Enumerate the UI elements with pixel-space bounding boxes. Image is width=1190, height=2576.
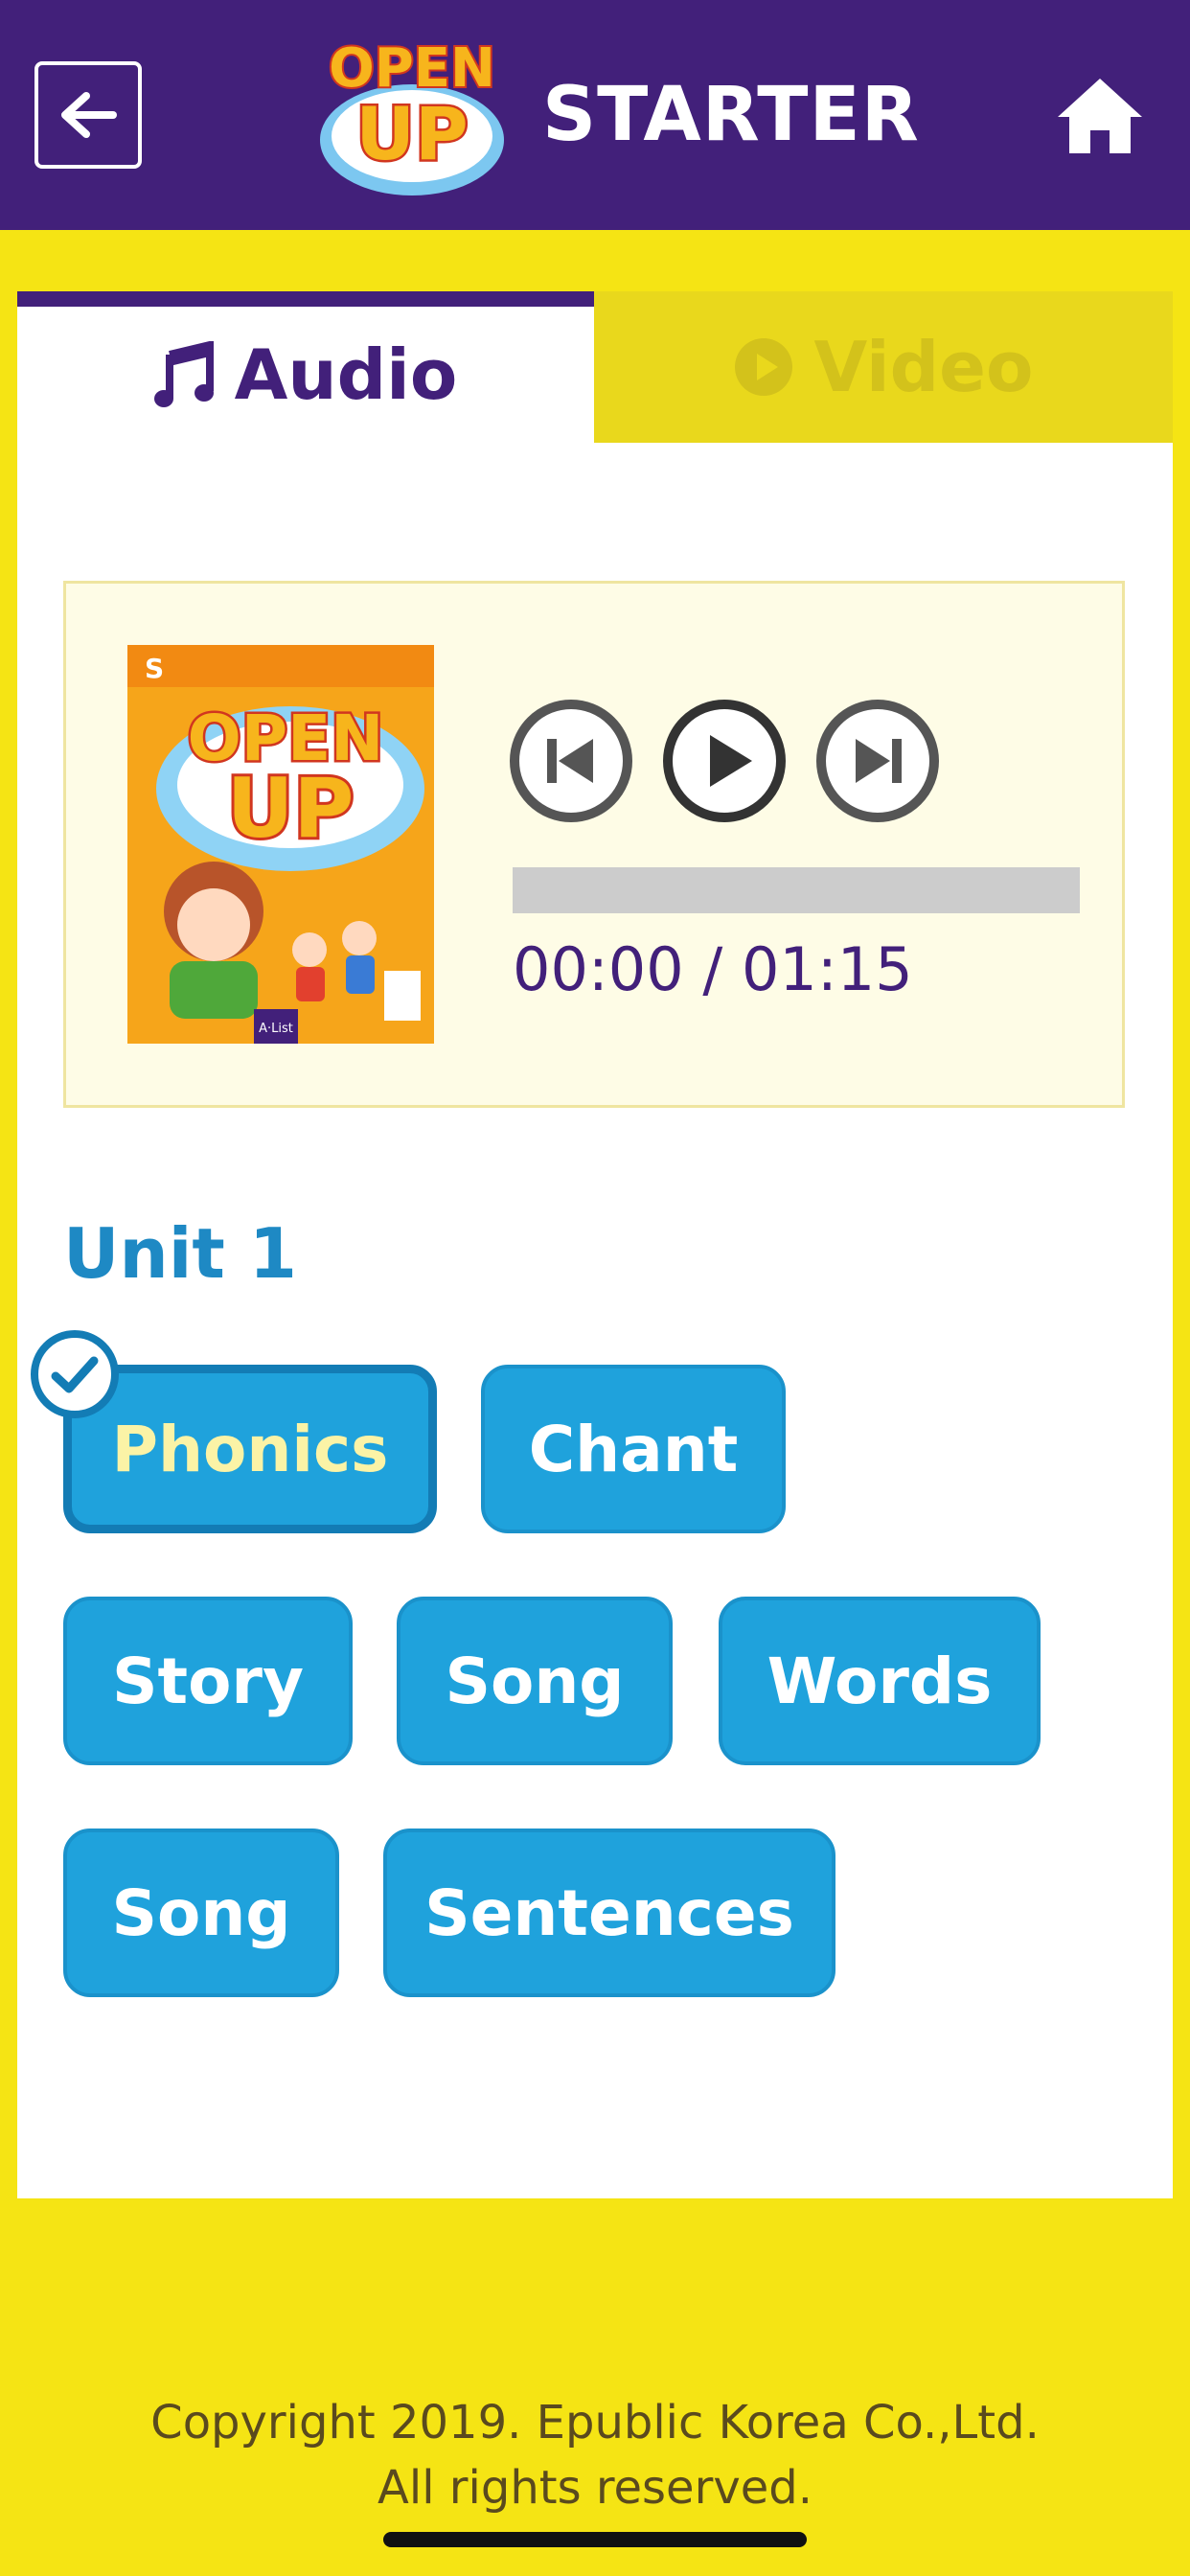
home-button[interactable] [1054,75,1146,157]
chant-button[interactable]: Chant [481,1365,786,1533]
play-button[interactable] [662,699,787,823]
tab-audio-label: Audio [234,334,458,415]
check-circle-icon [31,1330,119,1418]
time-display: 00:00 / 01:15 [513,934,913,1004]
page-title: STARTER [542,72,920,158]
rights-line: All rights reserved. [378,2461,812,2515]
svg-text:UP: UP [355,91,468,176]
back-button[interactable] [34,61,142,169]
unit-title: Unit 1 [63,1213,297,1294]
audio-player: S OPEN UP A·List 00:00 / 01:15 [63,581,1125,1108]
open-up-logo: OPEN UP [320,35,504,196]
story-button[interactable]: Story [63,1597,353,1765]
tab-video[interactable]: Video [594,291,1173,443]
app-header: OPEN UP STARTER [0,0,1190,230]
arrow-left-icon [61,92,117,138]
words-button[interactable]: Words [719,1597,1041,1765]
home-indicator[interactable] [383,2532,807,2547]
sentences-button[interactable]: Sentences [383,1828,835,1997]
copyright-footer: Copyright 2019. Epublic Korea Co.,Ltd. A… [0,2390,1190,2520]
copyright-line: Copyright 2019. Epublic Korea Co.,Ltd. [150,2396,1040,2450]
song-button-2[interactable]: Song [63,1828,339,1997]
content-panel: Audio Video S OPEN UP A·List 00:00 / 01:… [17,291,1173,2198]
tab-video-label: Video [813,327,1034,407]
next-track-button[interactable] [815,699,940,823]
tab-audio[interactable]: Audio [17,291,594,443]
svg-text:UP: UP [227,761,355,857]
progress-bar[interactable] [513,867,1080,913]
song-button[interactable]: Song [397,1597,673,1765]
play-circle-icon [734,338,792,396]
previous-track-button[interactable] [509,699,633,823]
svg-text:S: S [145,653,164,684]
home-icon [1058,79,1142,153]
svg-text:A·List: A·List [259,1022,293,1036]
music-note-icon [153,341,214,407]
book-cover-image: S OPEN UP A·List [127,645,434,1044]
